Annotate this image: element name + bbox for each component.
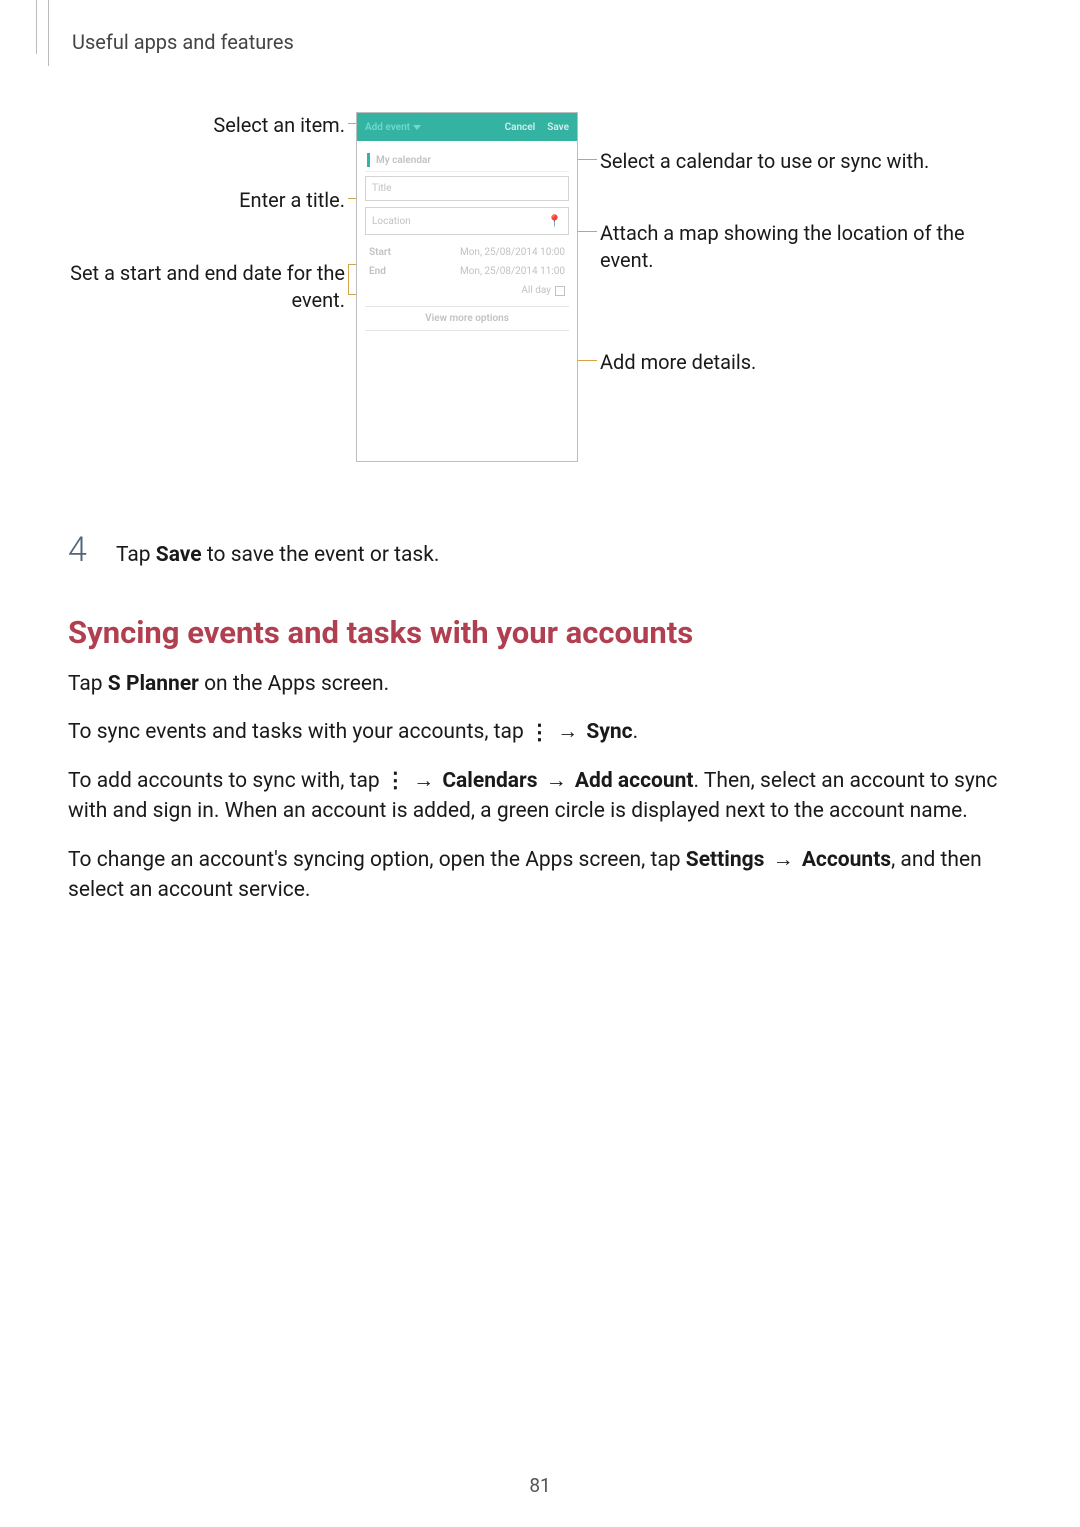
callout-add-details: Add more details.: [600, 349, 1000, 376]
callout-line: [575, 360, 597, 361]
text-bold: Sync: [586, 720, 632, 744]
map-pin-icon[interactable]: 📍: [547, 214, 562, 228]
text-bold: Settings: [686, 848, 765, 872]
step-text: Tap Save to save the event or task.: [116, 543, 439, 567]
phone-mockup: Add event Cancel Save My calendar Title …: [356, 112, 578, 462]
text-fragment: .: [633, 720, 639, 744]
text-fragment: to save the event or task.: [202, 543, 440, 567]
page-number: 81: [0, 1474, 1080, 1497]
text-fragment: To add accounts to sync with, tap: [68, 769, 385, 793]
all-day-checkbox[interactable]: [555, 286, 565, 296]
paragraph: To change an account's syncing option, o…: [68, 845, 1012, 906]
location-placeholder: Location: [372, 216, 411, 227]
more-icon: ⋮: [529, 728, 549, 739]
arrow-text: →: [405, 769, 442, 793]
text-bold: Add account: [575, 769, 694, 793]
callout-select-item: Select an item.: [70, 112, 345, 139]
view-more-options[interactable]: View more options: [365, 306, 569, 331]
save-button[interactable]: Save: [547, 122, 569, 133]
calendar-color-bar: [367, 153, 370, 167]
page-content: Useful apps and features Select an item.…: [0, 0, 1080, 906]
end-datetime-row[interactable]: End Mon, 25/08/2014 11:00: [365, 262, 569, 281]
more-icon: ⋮: [385, 776, 405, 787]
annotated-screenshot-diagram: Select an item. Enter a title. Set a sta…: [70, 112, 1010, 482]
title-input[interactable]: Title: [365, 176, 569, 201]
paragraph: To add accounts to sync with, tap ⋮ → Ca…: [68, 766, 1012, 827]
chevron-down-icon: [413, 125, 421, 130]
end-value: Mon, 25/08/2014 11:00: [460, 266, 565, 277]
location-input[interactable]: Location 📍: [365, 207, 569, 235]
text-fragment: To change an account's syncing option, o…: [68, 848, 686, 872]
start-value: Mon, 25/08/2014 10:00: [460, 247, 565, 258]
phone-body: My calendar Title Location 📍 Start Mon, …: [357, 141, 577, 339]
start-datetime-row[interactable]: Start Mon, 25/08/2014 10:00: [365, 243, 569, 262]
arrow-text: →: [538, 769, 575, 793]
callout-line: [575, 159, 597, 160]
step-number: 4: [68, 530, 96, 570]
calendar-name: My calendar: [376, 155, 431, 166]
callout-line: [575, 231, 597, 232]
callout-line: [348, 264, 349, 295]
add-event-dropdown[interactable]: Add event: [365, 122, 421, 133]
running-header: Useful apps and features: [72, 30, 1012, 54]
paragraph: Tap S Planner on the Apps screen.: [68, 669, 1012, 699]
text-fragment: on the Apps screen.: [199, 672, 389, 696]
datetime-block: Start Mon, 25/08/2014 10:00 End Mon, 25/…: [365, 243, 569, 300]
callout-enter-title: Enter a title.: [70, 187, 345, 214]
start-label: Start: [369, 247, 391, 258]
text-fragment: To sync events and tasks with your accou…: [68, 720, 529, 744]
cancel-button[interactable]: Cancel: [505, 122, 536, 133]
all-day-row[interactable]: All day: [365, 281, 569, 300]
step-4: 4 Tap Save to save the event or task.: [68, 530, 1012, 570]
section-heading: Syncing events and tasks with your accou…: [68, 614, 1012, 651]
arrow-text: →: [549, 720, 586, 744]
phone-topbar: Add event Cancel Save: [357, 113, 577, 141]
paragraph: To sync events and tasks with your accou…: [68, 717, 1012, 747]
callout-attach-map: Attach a map showing the location of the…: [600, 220, 1000, 274]
all-day-label: All day: [521, 285, 551, 296]
text-fragment: Tap: [116, 543, 156, 567]
end-label: End: [369, 266, 386, 277]
text-fragment: Tap: [68, 672, 108, 696]
dropdown-label: Add event: [365, 122, 410, 133]
text-bold: Calendars: [442, 769, 537, 793]
title-placeholder: Title: [372, 183, 391, 194]
text-bold: Accounts: [802, 848, 891, 872]
text-bold: Save: [156, 543, 202, 567]
text-bold: S Planner: [108, 672, 199, 696]
calendar-selector[interactable]: My calendar: [365, 149, 569, 172]
arrow-text: →: [764, 848, 801, 872]
callout-set-dates: Set a start and end date for the event.: [70, 260, 345, 314]
callout-select-calendar: Select a calendar to use or sync with.: [600, 148, 1000, 175]
